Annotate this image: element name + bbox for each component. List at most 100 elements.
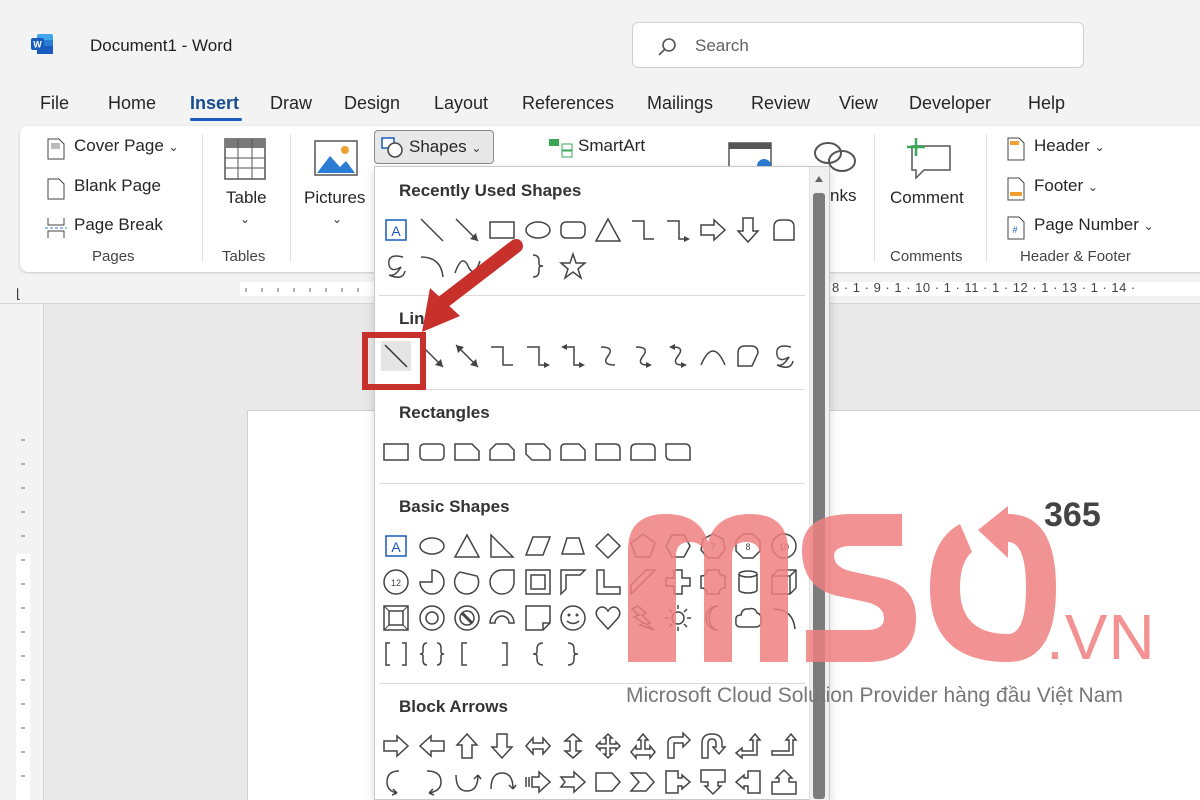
right-arrow-callout-shape-icon[interactable] bbox=[663, 767, 693, 797]
half-frame-shape-icon[interactable] bbox=[558, 567, 588, 597]
triangle-shape-icon[interactable] bbox=[593, 215, 623, 245]
oval-shape-icon[interactable] bbox=[417, 531, 447, 561]
snip-same-side-rectangle-shape-icon[interactable] bbox=[487, 437, 517, 467]
tab-references[interactable]: References bbox=[522, 93, 614, 114]
pictures-button[interactable]: Pictures ⌄ bbox=[302, 136, 376, 240]
curved-arrow-connector-shape-icon[interactable] bbox=[628, 341, 658, 371]
elbow-arrow-connector-shape-icon[interactable] bbox=[523, 341, 553, 371]
right-triangle-shape-icon[interactable] bbox=[487, 531, 517, 561]
curved-double-arrow-connector-shape-icon[interactable] bbox=[663, 341, 693, 371]
can-shape-icon[interactable] bbox=[733, 567, 763, 597]
right-brace-shape-icon[interactable] bbox=[558, 639, 588, 669]
search-input[interactable]: Search bbox=[632, 22, 1084, 68]
donut-shape-icon[interactable] bbox=[417, 603, 447, 633]
sun-shape-icon[interactable] bbox=[663, 603, 693, 633]
cube-shape-icon[interactable] bbox=[769, 567, 799, 597]
left-up-arrow-shape-icon[interactable] bbox=[733, 731, 763, 761]
lightning-bolt-shape-icon[interactable] bbox=[628, 603, 658, 633]
left-arrow-shape-icon[interactable] bbox=[417, 731, 447, 761]
bent-arrow-shape-icon[interactable] bbox=[663, 731, 693, 761]
tab-developer[interactable]: Developer bbox=[909, 93, 991, 114]
elbow-arrow-connector-shape-icon[interactable] bbox=[663, 215, 693, 245]
cloud-shape-icon[interactable] bbox=[733, 603, 763, 633]
dodecagon-shape-icon[interactable]: 12 bbox=[381, 567, 411, 597]
smiley-face-shape-icon[interactable] bbox=[558, 603, 588, 633]
tab-stop-selector[interactable]: ⌊ bbox=[16, 286, 21, 302]
comment-button[interactable]: Comment bbox=[884, 136, 980, 240]
right-arrow-shape-icon[interactable] bbox=[698, 215, 728, 245]
tab-review[interactable]: Review bbox=[751, 93, 810, 114]
folded-corner-shape-icon[interactable] bbox=[769, 215, 799, 245]
round-diagonal-rectangle-shape-icon[interactable] bbox=[663, 437, 693, 467]
page-break-button[interactable]: Page Break bbox=[44, 215, 163, 241]
striped-right-arrow-shape-icon[interactable] bbox=[523, 767, 553, 797]
footer-button[interactable]: Footer ⌄ bbox=[1004, 176, 1098, 202]
rounded-rectangle-shape-icon[interactable] bbox=[417, 437, 447, 467]
tab-layout[interactable]: Layout bbox=[434, 93, 488, 114]
right-arrow-shape-icon[interactable] bbox=[381, 731, 411, 761]
octagon-shape-icon[interactable]: 8 bbox=[733, 531, 763, 561]
tab-mailings[interactable]: Mailings bbox=[647, 93, 713, 114]
scroll-up-icon[interactable] bbox=[813, 173, 825, 185]
up-arrow-shape-icon[interactable] bbox=[452, 731, 482, 761]
heart-shape-icon[interactable] bbox=[593, 603, 623, 633]
right-bracket-shape-icon[interactable] bbox=[487, 639, 517, 669]
scrollbar-thumb[interactable] bbox=[813, 193, 825, 799]
diamond-shape-icon[interactable] bbox=[593, 531, 623, 561]
block-arc-shape-icon[interactable] bbox=[487, 603, 517, 633]
double-brace-shape-icon[interactable] bbox=[417, 639, 447, 669]
pentagon-arrow-shape-icon[interactable] bbox=[593, 767, 623, 797]
triangle-shape-icon[interactable] bbox=[452, 531, 482, 561]
left-brace-shape-icon[interactable] bbox=[523, 639, 553, 669]
quad-arrow-shape-icon[interactable] bbox=[593, 731, 623, 761]
tab-file[interactable]: File bbox=[40, 93, 69, 114]
down-arrow-callout-shape-icon[interactable] bbox=[698, 767, 728, 797]
chevron-shape-icon[interactable] bbox=[628, 767, 658, 797]
chord-shape-icon[interactable] bbox=[452, 567, 482, 597]
elbow-connector-shape-icon[interactable] bbox=[487, 341, 517, 371]
u-turn-arrow-shape-icon[interactable] bbox=[698, 731, 728, 761]
diagonal-stripe-shape-icon[interactable] bbox=[628, 567, 658, 597]
round-same-side-rectangle-shape-icon[interactable] bbox=[628, 437, 658, 467]
up-arrow-callout-shape-icon[interactable] bbox=[769, 767, 799, 797]
pie-shape-icon[interactable] bbox=[417, 567, 447, 597]
rectangle-shape-icon[interactable] bbox=[381, 437, 411, 467]
tab-insert[interactable]: Insert bbox=[190, 93, 239, 114]
freeform-shape-icon[interactable] bbox=[733, 341, 763, 371]
curved-left-arrow-shape-icon[interactable] bbox=[417, 767, 447, 797]
bent-up-arrow-shape-icon[interactable] bbox=[769, 731, 799, 761]
double-bracket-shape-icon[interactable] bbox=[381, 639, 411, 669]
scribble-shape-icon[interactable] bbox=[769, 341, 799, 371]
arc-shape-icon[interactable] bbox=[769, 603, 799, 633]
teardrop-shape-icon[interactable] bbox=[487, 567, 517, 597]
trapezoid-shape-icon[interactable] bbox=[558, 531, 588, 561]
left-right-arrow-shape-icon[interactable] bbox=[523, 731, 553, 761]
left-bracket-shape-icon[interactable] bbox=[452, 639, 482, 669]
left-right-up-arrow-shape-icon[interactable] bbox=[628, 731, 658, 761]
tab-design[interactable]: Design bbox=[344, 93, 400, 114]
star-shape-icon[interactable] bbox=[558, 251, 588, 281]
round-corner-rectangle-shape-icon[interactable] bbox=[593, 437, 623, 467]
tab-home[interactable]: Home bbox=[108, 93, 156, 114]
plaque-shape-icon[interactable] bbox=[698, 567, 728, 597]
curve-shape-icon[interactable] bbox=[698, 341, 728, 371]
down-arrow-shape-icon[interactable] bbox=[487, 731, 517, 761]
curved-connector-shape-icon[interactable] bbox=[593, 341, 623, 371]
up-down-arrow-shape-icon[interactable] bbox=[558, 731, 588, 761]
rounded-rectangle-shape-icon[interactable] bbox=[558, 215, 588, 245]
shapes-button[interactable]: Shapes ⌄ bbox=[374, 130, 494, 164]
smartart-button[interactable]: SmartArt bbox=[548, 136, 645, 162]
elbow-connector-shape-icon[interactable] bbox=[628, 215, 658, 245]
curved-up-arrow-shape-icon[interactable] bbox=[452, 767, 482, 797]
heptagon-shape-icon[interactable]: 7 bbox=[698, 531, 728, 561]
frame-shape-icon[interactable] bbox=[523, 567, 553, 597]
parallelogram-shape-icon[interactable] bbox=[523, 531, 553, 561]
left-arrow-callout-shape-icon[interactable] bbox=[733, 767, 763, 797]
page-number-button[interactable]: # Page Number ⌄ bbox=[1004, 215, 1154, 241]
bevel-shape-icon[interactable] bbox=[381, 603, 411, 633]
notched-right-arrow-shape-icon[interactable] bbox=[558, 767, 588, 797]
curved-right-arrow-shape-icon[interactable] bbox=[381, 767, 411, 797]
l-shape-icon[interactable] bbox=[593, 567, 623, 597]
moon-shape-icon[interactable] bbox=[698, 603, 728, 633]
snip-diagonal-rectangle-shape-icon[interactable] bbox=[523, 437, 553, 467]
